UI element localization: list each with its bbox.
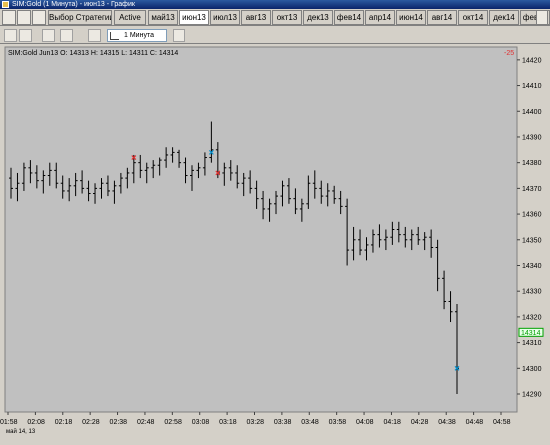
cursor-tool-icon[interactable] (4, 29, 17, 42)
contract-tab[interactable]: апр14 (365, 10, 395, 25)
contract-tab[interactable]: авг14 (427, 10, 457, 25)
contract-tab[interactable]: фев14 (334, 10, 364, 25)
alert-badge: -25 (504, 50, 514, 57)
properties-icon[interactable] (173, 29, 185, 42)
date-label: май 14, 13 (6, 428, 36, 435)
y-axis-label: 14420 (522, 57, 542, 64)
window-title: SIM:Gold (1 Минута) - июн13 - График (12, 1, 135, 8)
x-axis-label: 04:38 (438, 419, 456, 426)
active-button[interactable]: Active (114, 10, 146, 25)
interval-icon (110, 32, 119, 40)
instrument-label: SIM:Gold Jun13 O: 14313 H: 14315 L: 1431… (8, 50, 178, 57)
bar-type-icon[interactable] (88, 29, 101, 42)
dropdown-button[interactable] (32, 10, 46, 25)
zoom-out-icon[interactable] (60, 29, 73, 42)
contract-tab[interactable]: июн14 (396, 10, 426, 25)
y-axis-label: 14310 (522, 340, 542, 347)
strategy-select-button[interactable]: Выбор Стратегии (48, 10, 112, 25)
contract-tab[interactable]: окт13 (272, 10, 302, 25)
interval-label: 1 Минута (124, 32, 154, 39)
x-axis-label: 02:18 (55, 419, 73, 426)
x-axis-label: 04:08 (356, 419, 374, 426)
price-chart[interactable]: SIM:Gold Jun13 O: 14313 H: 14315 L: 1431… (0, 45, 550, 445)
x-axis-label: 03:18 (219, 419, 237, 426)
indicators-button[interactable] (17, 10, 31, 25)
x-axis-label: 03:38 (274, 419, 292, 426)
x-axis-label: 02:08 (27, 419, 45, 426)
chart-toolbar: 1 Минута (0, 27, 550, 44)
x-axis-label: 04:18 (383, 419, 401, 426)
x-axis-label: 04:28 (411, 419, 429, 426)
x-axis-label: 03:48 (301, 419, 319, 426)
x-axis-label: 02:38 (110, 419, 128, 426)
y-axis-label: 14360 (522, 212, 542, 219)
current-price-label: 14314 (521, 330, 541, 337)
y-axis-label: 14410 (522, 83, 542, 90)
y-axis-label: 14330 (522, 289, 542, 296)
y-axis-label: 14320 (522, 314, 542, 321)
contract-tab[interactable]: июл13 (210, 10, 240, 25)
interval-select[interactable]: 1 Минута (107, 29, 167, 42)
contract-tab[interactable]: окт14 (458, 10, 488, 25)
x-axis-label: 04:58 (493, 419, 511, 426)
chart-menu-button[interactable] (2, 10, 16, 25)
contract-tab[interactable]: авг13 (241, 10, 271, 25)
y-axis-label: 14370 (522, 186, 542, 193)
contract-tab[interactable]: дек14 (489, 10, 519, 25)
x-axis-label: 01:58 (0, 419, 18, 426)
plot-area (4, 46, 518, 413)
contract-tabbar: Выбор Стратегии Active май13 июн13 июл13 ав… (0, 9, 550, 26)
dropdown-button[interactable] (19, 29, 32, 42)
window-title-bar: SIM:Gold (1 Минута) - июн13 - График (0, 0, 550, 9)
x-axis-label: 03:28 (247, 419, 265, 426)
y-axis-label: 14400 (522, 109, 542, 116)
contract-tab[interactable]: май13 (148, 10, 178, 25)
x-axis-label: 04:48 (466, 419, 484, 426)
y-axis-label: 14340 (522, 263, 542, 270)
y-axis-label: 14300 (522, 366, 542, 373)
x-axis-label: 02:48 (137, 419, 155, 426)
y-axis-label: 14290 (522, 392, 542, 399)
x-axis-label: 03:58 (329, 419, 347, 426)
y-axis-label: 14380 (522, 160, 542, 167)
zoom-in-icon[interactable] (42, 29, 55, 42)
app-icon (2, 1, 9, 8)
contract-tab[interactable]: дек13 (303, 10, 333, 25)
y-axis-label: 14350 (522, 237, 542, 244)
contract-tab[interactable]: июн13 (179, 10, 209, 25)
y-axis-label: 14390 (522, 134, 542, 141)
tabs-scroll-icon[interactable] (536, 10, 548, 25)
x-axis-label: 03:08 (192, 419, 210, 426)
x-axis-label: 02:28 (82, 419, 100, 426)
x-axis-label: 02:58 (164, 419, 182, 426)
